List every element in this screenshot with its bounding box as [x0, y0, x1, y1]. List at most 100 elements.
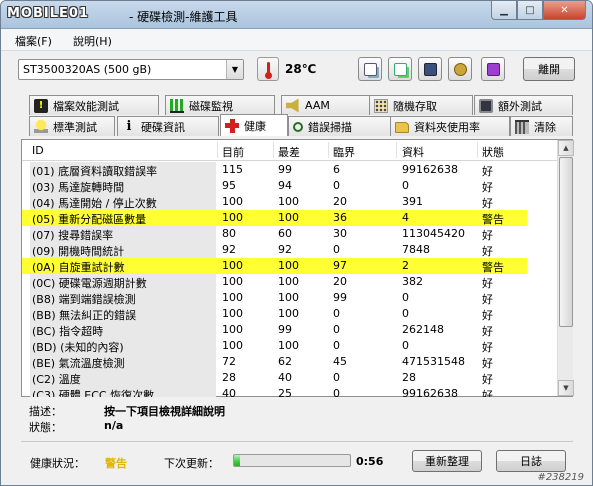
download-icon — [487, 63, 500, 76]
vertical-scrollbar[interactable]: ▲ ▼ — [557, 140, 574, 396]
health-value: 警告 — [105, 457, 127, 470]
cell-threshold: 20 — [333, 275, 347, 288]
status-value: n/a — [104, 419, 124, 432]
table-row[interactable]: (BB) 無法糾正的錯誤 100 100 0 0 好 — [22, 306, 527, 322]
header-data[interactable]: 資料 — [402, 144, 424, 160]
tab-row-top: ! 檔案效能測試 磁碟監視 AAM 隨機存取 額外測試 — [29, 95, 573, 115]
table-row[interactable]: (07) 搜尋錯誤率 80 60 30 113045420 好 — [22, 226, 527, 242]
table-row[interactable]: (C2) 溫度 28 40 0 28 好 — [22, 370, 527, 386]
cell-current: 28 — [222, 371, 236, 384]
cell-status: 警告 — [482, 261, 504, 274]
table-row[interactable]: (05) 重新分配磁區數量 100 100 36 4 警告 — [22, 210, 527, 226]
cell-data: 391 — [402, 195, 423, 208]
cell-threshold: 0 — [333, 243, 340, 256]
table-row[interactable]: (B8) 端到端錯誤檢測 100 100 99 0 好 — [22, 290, 527, 306]
cell-worst: 92 — [278, 243, 292, 256]
cell-worst: 62 — [278, 355, 292, 368]
maximize-button[interactable]: □ — [517, 1, 543, 20]
header-id[interactable]: ID — [32, 144, 44, 157]
save-button[interactable] — [418, 57, 442, 81]
window-controls: ▁ □ ✕ — [491, 1, 586, 21]
download-button[interactable] — [481, 57, 505, 81]
close-icon: ✕ — [560, 4, 569, 16]
cell-worst: 100 — [278, 195, 299, 208]
table-row[interactable]: (09) 開機時間統計 92 92 0 7848 好 — [22, 242, 527, 258]
table-row[interactable]: (0A) 自旋重試計數 100 100 97 2 警告 — [22, 258, 527, 274]
description-line: 描述： 按一下項目檢視詳細說明 — [29, 403, 225, 419]
tab-erase[interactable]: 清除 — [510, 116, 573, 136]
minimize-button[interactable]: ▁ — [491, 1, 517, 20]
status-line: 狀態： n/a — [29, 419, 123, 435]
chevron-down-icon[interactable]: ▼ — [226, 60, 243, 79]
app-window: MOBILE01 - 硬碟檢測-維護工具 ▁ □ ✕ 檔案(F) 說明(H) S… — [0, 0, 593, 486]
table-row[interactable]: (BD) (未知的內容) 100 100 0 0 好 — [22, 338, 527, 354]
cell-current: 100 — [222, 291, 243, 304]
tools-icon — [454, 63, 467, 76]
refresh-button[interactable]: 重新整理 — [412, 450, 482, 472]
table-row[interactable]: (01) 底層資料讀取錯誤率 115 99 6 99162638 好 — [22, 162, 527, 178]
smart-table[interactable]: ID 目前 最差 臨界 資料 狀態 (01) 底層資料讀取錯誤率 115 99 6 99… — [21, 139, 574, 397]
tab-disk-info[interactable]: i 硬碟資訊 — [117, 116, 219, 136]
cell-id: (BB) 無法糾正的錯誤 — [32, 309, 137, 322]
header-threshold[interactable]: 臨界 — [333, 144, 355, 160]
bulb-icon — [34, 119, 48, 134]
tab-folder-usage[interactable]: 資料夾使用率 — [390, 116, 510, 136]
header-status[interactable]: 狀態 — [482, 144, 504, 160]
tab-health[interactable]: 健康 — [220, 114, 288, 136]
cell-data: 262148 — [402, 323, 444, 336]
folder-icon — [395, 122, 409, 133]
tab-file-benchmark[interactable]: ! 檔案效能測試 — [29, 95, 159, 115]
watermark: #238219 — [537, 472, 584, 483]
cell-id: (0C) 硬碟電源週期計數 — [32, 277, 147, 290]
cell-threshold: 0 — [333, 371, 340, 384]
cell-threshold: 99 — [333, 291, 347, 304]
red-cross-icon — [225, 118, 239, 133]
tab-disk-monitor[interactable]: 磁碟監視 — [165, 95, 275, 115]
table-row[interactable]: (BC) 指令超時 100 99 0 262148 好 — [22, 322, 527, 338]
copy-green-button[interactable] — [388, 57, 412, 81]
countdown: 0:56 — [356, 455, 384, 468]
tab-standard-test[interactable]: 標準測試 — [29, 116, 115, 136]
minimize-icon: ▁ — [500, 4, 508, 16]
drive-select[interactable]: ST3500320AS (500 gB) ▼ — [18, 59, 244, 80]
table-row[interactable]: (C3) 硬體 ECC 恢復次數 40 25 0 99162638 好 — [22, 386, 527, 397]
monitor-icon — [479, 98, 493, 113]
table-row[interactable]: (04) 馬達開始 / 停止次數 100 100 20 391 好 — [22, 194, 527, 210]
cell-threshold: 0 — [333, 307, 340, 320]
cell-current: 115 — [222, 163, 243, 176]
log-button[interactable]: 日誌 — [496, 450, 566, 472]
next-update-label: 下次更新： — [164, 457, 219, 470]
close-button[interactable]: ✕ — [543, 1, 586, 20]
cell-id: (C3) 硬體 ECC 恢復次數 — [32, 389, 155, 397]
tab-aam[interactable]: AAM — [281, 95, 371, 115]
menu-help[interactable]: 說明(H) — [73, 33, 112, 49]
header-current[interactable]: 目前 — [222, 144, 244, 160]
maximize-icon: □ — [525, 4, 535, 16]
exit-button[interactable]: 離開 — [523, 57, 575, 81]
menu-file[interactable]: 檔案(F) — [15, 33, 52, 49]
tab-error-scan[interactable]: 錯誤掃描 — [288, 116, 394, 136]
scroll-thumb[interactable] — [559, 157, 573, 327]
scroll-up-icon[interactable]: ▲ — [558, 140, 574, 156]
table-row[interactable]: (BE) 氣流溫度檢測 72 62 45 471531548 好 — [22, 354, 527, 370]
cell-id: (01) 底層資料讀取錯誤率 — [32, 165, 158, 178]
header-worst[interactable]: 最差 — [278, 144, 300, 160]
cell-id: (0A) 自旋重試計數 — [32, 261, 125, 274]
cell-status: 警告 — [482, 213, 504, 226]
cell-current: 100 — [222, 307, 243, 320]
cell-data: 113045420 — [402, 227, 465, 240]
copy-button[interactable] — [358, 57, 382, 81]
table-row[interactable]: (0C) 硬碟電源週期計數 100 100 20 382 好 — [22, 274, 527, 290]
tab-random-access[interactable]: 隨機存取 — [369, 95, 473, 115]
table-row[interactable]: (03) 馬達旋轉時間 95 94 0 0 好 — [22, 178, 527, 194]
cell-status: 好 — [482, 277, 493, 290]
cell-current: 72 — [222, 355, 236, 368]
tab-extra-tests[interactable]: 額外測試 — [474, 95, 573, 115]
title-bar[interactable]: MOBILE01 - 硬碟檢測-維護工具 ▁ □ ✕ — [1, 1, 592, 29]
cell-worst: 94 — [278, 179, 292, 192]
scroll-down-icon[interactable]: ▼ — [558, 380, 574, 396]
tools-button[interactable] — [448, 57, 472, 81]
cell-data: 0 — [402, 307, 409, 320]
cell-threshold: 97 — [333, 259, 347, 272]
cell-worst: 25 — [278, 387, 292, 397]
